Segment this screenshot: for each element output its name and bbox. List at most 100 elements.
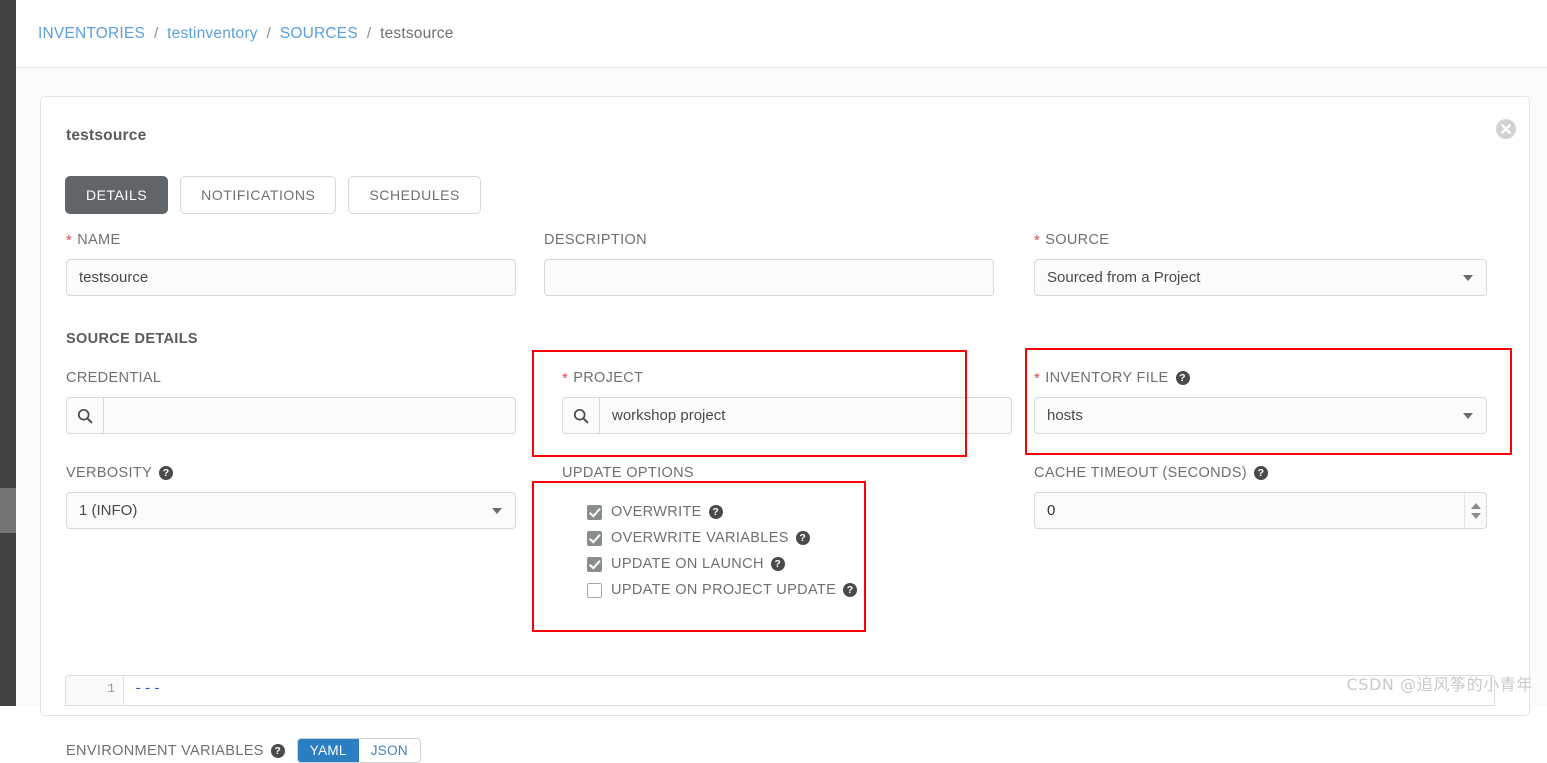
field-credential-label: CREDENTIAL [66, 370, 162, 386]
help-icon[interactable]: ? [843, 583, 858, 597]
breadcrumb: INVENTORIES / testinventory / SOURCES / … [16, 0, 1547, 68]
help-icon[interactable]: ? [1175, 371, 1190, 385]
checkbox-row-update-on-launch[interactable]: UPDATE ON LAUNCH ? [587, 551, 857, 577]
checkbox-update-on-launch-label-text: UPDATE ON LAUNCH [611, 556, 764, 572]
required-marker: * [562, 369, 569, 387]
search-icon[interactable] [67, 398, 104, 433]
inventory-file-select[interactable]: hosts [1034, 397, 1487, 434]
checkbox-overwrite-variables[interactable] [587, 530, 602, 546]
checkbox-update-on-project-update-label: UPDATE ON PROJECT UPDATE ? [611, 582, 858, 598]
help-icon[interactable]: ? [159, 466, 174, 480]
breadcrumb-item-sources[interactable]: SOURCES [280, 25, 358, 43]
tab-schedules[interactable]: SCHEDULES [348, 176, 481, 214]
chevron-down-icon [1463, 274, 1473, 281]
left-nav-rail-active-segment[interactable] [0, 488, 16, 533]
cache-timeout-stepper[interactable] [1034, 492, 1487, 529]
help-icon[interactable]: ? [708, 505, 723, 519]
checkbox-update-on-project-update[interactable] [587, 582, 602, 598]
left-nav-rail[interactable] [0, 0, 16, 706]
name-input[interactable] [66, 259, 516, 296]
field-update-options-label: UPDATE OPTIONS [562, 465, 694, 481]
field-description-label: DESCRIPTION [544, 232, 647, 248]
chevron-down-icon [1463, 412, 1473, 419]
watermark: CSDN @追风筝的小青年 [1346, 675, 1533, 694]
required-marker: * [66, 231, 73, 249]
field-source: * SOURCE Sourced from a Project [1034, 232, 1487, 296]
breadcrumb-item-inventories[interactable]: INVENTORIES [38, 25, 145, 43]
description-input[interactable] [544, 259, 994, 296]
field-verbosity-label-text: VERBOSITY [66, 465, 153, 481]
close-icon[interactable] [1495, 118, 1517, 140]
environment-variables-editor[interactable]: 1 --- [65, 675, 1495, 706]
field-verbosity-label: VERBOSITY ? [66, 465, 516, 481]
field-verbosity: VERBOSITY ? 1 (INFO) [66, 465, 516, 529]
required-marker: * [1034, 231, 1041, 249]
checkbox-overwrite[interactable] [587, 504, 602, 520]
cache-timeout-spinner-buttons[interactable] [1464, 493, 1486, 528]
field-environment-variables-label: ENVIRONMENT VARIABLES ? [66, 743, 285, 759]
help-icon[interactable]: ? [770, 557, 785, 571]
project-input[interactable] [600, 398, 1011, 433]
field-credential: CREDENTIAL [66, 370, 516, 434]
format-toggle: YAML JSON [296, 738, 421, 763]
verbosity-select-value: 1 (INFO) [79, 502, 138, 519]
field-inventory-file: * INVENTORY FILE ? hosts [1034, 370, 1487, 434]
field-source-label: * SOURCE [1034, 232, 1487, 248]
field-project-label-text: PROJECT [573, 370, 644, 386]
field-name: * NAME [66, 232, 516, 296]
field-name-label-text: NAME [77, 232, 121, 248]
source-select-value: Sourced from a Project [1047, 269, 1201, 286]
verbosity-select[interactable]: 1 (INFO) [66, 492, 516, 529]
field-environment-variables: ENVIRONMENT VARIABLES ? YAML JSON [66, 738, 421, 763]
project-lookup[interactable] [562, 397, 1012, 434]
format-toggle-yaml[interactable]: YAML [297, 739, 359, 762]
field-inventory-file-label-text: INVENTORY FILE [1045, 370, 1169, 386]
stepper-down-icon[interactable] [1470, 512, 1481, 519]
source-select[interactable]: Sourced from a Project [1034, 259, 1487, 296]
editor-line-content[interactable]: --- [124, 676, 1494, 705]
editor-line-number: 1 [66, 676, 124, 705]
breadcrumb-item-testinventory[interactable]: testinventory [167, 25, 257, 43]
checkbox-row-overwrite[interactable]: OVERWRITE ? [587, 499, 857, 525]
update-options-list: OVERWRITE ? OVERWRITE VARIABLES ? UPDATE… [587, 499, 858, 603]
field-cache-timeout-label-text: CACHE TIMEOUT (SECONDS) [1034, 465, 1247, 481]
checkbox-row-overwrite-variables[interactable]: OVERWRITE VARIABLES ? [587, 525, 857, 551]
field-cache-timeout-label: CACHE TIMEOUT (SECONDS) ? [1034, 465, 1487, 481]
help-icon[interactable]: ? [795, 531, 810, 545]
help-icon[interactable]: ? [270, 743, 285, 758]
credential-input[interactable] [104, 398, 515, 433]
checkbox-update-on-project-update-label-text: UPDATE ON PROJECT UPDATE [611, 582, 837, 598]
field-cache-timeout: CACHE TIMEOUT (SECONDS) ? [1034, 465, 1487, 529]
page-title: testsource [66, 127, 147, 144]
checkbox-overwrite-variables-label: OVERWRITE VARIABLES ? [611, 530, 810, 546]
tab-notifications[interactable]: NOTIFICATIONS [180, 176, 337, 214]
credential-lookup[interactable] [66, 397, 516, 434]
required-marker: * [1034, 369, 1041, 387]
chevron-down-icon [492, 507, 502, 514]
checkbox-update-on-launch-label: UPDATE ON LAUNCH ? [611, 556, 785, 572]
search-icon[interactable] [563, 398, 600, 433]
cache-timeout-input[interactable] [1035, 493, 1464, 528]
field-inventory-file-label: * INVENTORY FILE ? [1034, 370, 1487, 386]
help-icon[interactable]: ? [1253, 466, 1268, 480]
inventory-file-select-value: hosts [1047, 407, 1083, 424]
breadcrumb-separator: / [266, 25, 271, 42]
breadcrumb-item-testsource: testsource [380, 24, 454, 42]
content-area: testsource DETAILS NOTIFICATIONS SCHEDUL… [16, 68, 1547, 763]
checkbox-overwrite-variables-label-text: OVERWRITE VARIABLES [611, 530, 789, 546]
field-environment-variables-label-text: ENVIRONMENT VARIABLES [66, 742, 264, 759]
tab-bar: DETAILS NOTIFICATIONS SCHEDULES [65, 176, 481, 214]
field-project-label: * PROJECT [562, 370, 1012, 386]
format-toggle-json[interactable]: JSON [358, 739, 420, 762]
field-description: DESCRIPTION [544, 232, 994, 296]
breadcrumb-separator: / [366, 25, 372, 42]
tab-details[interactable]: DETAILS [65, 176, 169, 214]
stepper-up-icon[interactable] [1470, 502, 1481, 509]
checkbox-overwrite-label-text: OVERWRITE [611, 504, 702, 520]
source-details-heading: SOURCE DETAILS [66, 331, 198, 347]
checkbox-overwrite-label: OVERWRITE ? [611, 504, 723, 520]
field-project: * PROJECT [562, 370, 1012, 434]
source-detail-card: testsource DETAILS NOTIFICATIONS SCHEDUL… [40, 96, 1530, 763]
checkbox-update-on-launch[interactable] [587, 556, 602, 572]
checkbox-row-update-on-project-update[interactable]: UPDATE ON PROJECT UPDATE ? [587, 577, 858, 603]
